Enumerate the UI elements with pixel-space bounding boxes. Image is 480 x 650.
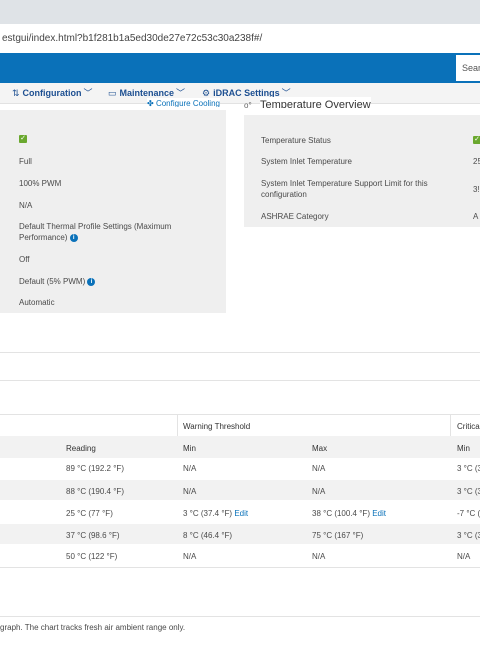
inlet-support-limit-label: System Inlet Temperature Support Limit f… [261, 179, 428, 199]
na-value: N/A [19, 201, 33, 210]
temperature-overview-title: Temperature Overview [260, 97, 371, 108]
col-header-warning-max: Max [312, 444, 328, 453]
status-ok-icon: ✓ [19, 135, 27, 143]
warning-max-value: 38 °C (100.4 °F) [312, 509, 370, 518]
section-divider [0, 414, 480, 415]
min-pwm-label: Default (5% PWM) [19, 277, 86, 286]
status-ok-icon: ✓ [473, 136, 480, 144]
nav-maintenance-label: Maintenance [119, 88, 175, 98]
temperature-status-label: Temperature Status [261, 136, 331, 145]
search-input[interactable]: Sear [456, 55, 480, 81]
critical-min-cell: -7 °C ( [457, 509, 480, 518]
url-text[interactable]: estgui/index.html?b1f281b1a5ed30de27e72c… [0, 33, 262, 44]
configure-cooling-link[interactable]: ✤ Configure Cooling [147, 98, 220, 107]
configure-cooling-label: Configure Cooling [155, 99, 220, 107]
critical-min-cell: 3 °C (3 [457, 531, 480, 540]
fan-icon: ✤ [147, 99, 154, 107]
column-divider [177, 415, 178, 436]
chart-footnote: graph. The chart tracks fresh air ambien… [0, 623, 186, 632]
column-divider [450, 415, 451, 436]
info-icon[interactable]: i [69, 233, 78, 242]
critical-min-cell: 3 °C (3 [457, 487, 480, 496]
system-inlet-temp-value: 25 [473, 157, 480, 166]
section-divider [0, 567, 480, 568]
critical-threshold-header: Critica [457, 422, 480, 431]
browser-tab-strip [0, 0, 480, 25]
inlet-support-limit-value: 3! [473, 185, 480, 194]
chevron-down-icon: ﹀ [83, 88, 93, 98]
warning-min-value: 3 °C (37.4 °F) [183, 509, 233, 518]
section-divider [0, 616, 480, 617]
chevron-down-icon: ﹀ [176, 88, 186, 98]
gear-icon: ⚙ [202, 88, 211, 98]
warning-max-cell: N/A [312, 464, 326, 473]
min-pwm-value: Default (5% PWM) i [19, 276, 96, 287]
thermometer-icon: o° [244, 101, 252, 110]
monitor-icon: ▭ [108, 88, 117, 98]
col-header-reading: Reading [66, 444, 96, 453]
warning-min-cell: N/A [183, 464, 197, 473]
warning-min-cell: 3 °C (37.4 °F) Edit [183, 508, 248, 519]
nav-configuration[interactable]: ⇅ Configuration ﹀ [12, 83, 93, 103]
warning-max-cell: 38 °C (100.4 °F) Edit [312, 508, 386, 519]
thermal-profile-value: Default Thermal Profile Settings (Maximu… [19, 221, 194, 243]
thermal-profile-label: Default Thermal Profile Settings (Maximu… [19, 222, 172, 242]
automatic-value: Automatic [19, 298, 55, 307]
warning-max-cell: N/A [312, 552, 326, 561]
address-bar[interactable]: estgui/index.html?b1f281b1a5ed30de27e72c… [0, 24, 480, 54]
off-value: Off [19, 255, 30, 264]
section-divider [0, 380, 480, 381]
warning-max-cell: N/A [312, 487, 326, 496]
warning-min-cell: N/A [183, 487, 197, 496]
reading-cell: 89 °C (192.2 °F) [66, 464, 124, 473]
info-icon[interactable]: i [87, 277, 96, 286]
col-header-critical-min: Min [457, 444, 470, 453]
col-header-warning-min: Min [183, 444, 196, 453]
reading-cell: 25 °C (77 °F) [66, 509, 113, 518]
critical-min-cell: N/A [457, 552, 471, 561]
system-inlet-temp-label: System Inlet Temperature [261, 157, 353, 166]
warning-min-cell: N/A [183, 552, 197, 561]
fan-pwm-value: 100% PWM [19, 179, 62, 188]
reading-cell: 37 °C (98.6 °F) [66, 531, 120, 540]
section-divider [0, 352, 480, 353]
ashrae-category-label: ASHRAE Category [261, 212, 329, 221]
edit-link[interactable]: Edit [372, 509, 386, 518]
fan-speed-mode-value: Full [19, 157, 32, 166]
app-header-bar [0, 53, 480, 83]
nav-configuration-label: Configuration [22, 88, 82, 98]
ashrae-category-value: A [473, 212, 479, 221]
reading-cell: 50 °C (122 °F) [66, 552, 118, 561]
critical-min-cell: 3 °C (3 [457, 464, 480, 473]
warning-threshold-header: Warning Threshold [183, 422, 251, 431]
warning-max-cell: 75 °C (167 °F) [312, 531, 364, 540]
warning-min-cell: 8 °C (46.4 °F) [183, 531, 233, 540]
reading-cell: 88 °C (190.4 °F) [66, 487, 124, 496]
sliders-icon: ⇅ [12, 88, 20, 98]
edit-link[interactable]: Edit [234, 509, 248, 518]
